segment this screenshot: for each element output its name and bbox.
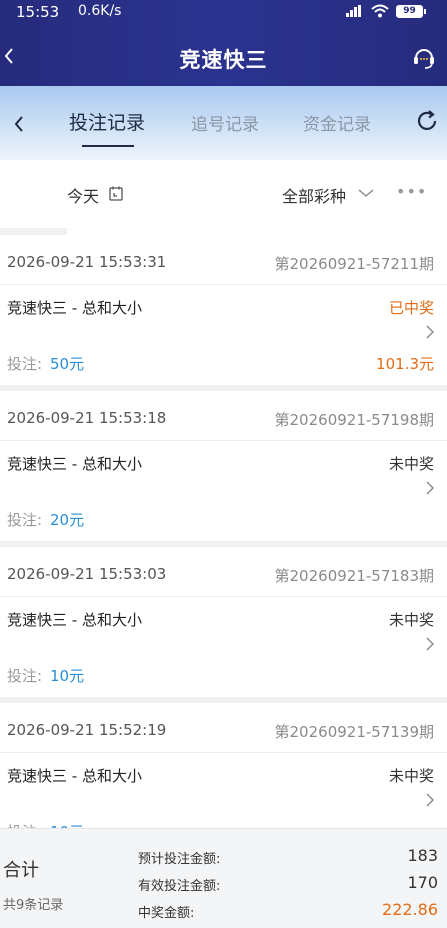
signal-icon (346, 5, 361, 17)
prize-total-label: 中奖金额: (138, 906, 195, 921)
bet-label: 投注: (7, 511, 43, 529)
record-issue: 第20260921-57198期 (274, 411, 434, 429)
bet-amount: 20元 (50, 511, 85, 529)
chevron-right-icon[interactable] (425, 324, 435, 340)
record-issue: 第20260921-57139期 (274, 723, 434, 741)
status-bar: 15:53 0.6K/s 99 (0, 0, 447, 24)
record-card[interactable]: 2026-09-21 15:53:18 第20260921-57198期 竞速快… (0, 391, 447, 541)
bet-label: 投注: (7, 355, 43, 373)
summary-title: 合计 (3, 860, 39, 881)
valid-bet-label: 有效投注金额: (138, 879, 221, 894)
wifi-icon (371, 4, 389, 18)
tab-back-icon[interactable] (12, 114, 26, 134)
record-datetime: 2026-09-21 15:53:31 (7, 253, 167, 271)
app-root: 15:53 0.6K/s 99 竞速快三 投注记录 追号记录 资金记录 今天 全… (0, 0, 447, 928)
expected-bet-label: 预计投注金额: (138, 852, 221, 867)
bet-label: 投注: (7, 667, 43, 685)
status-time: 15:53 (16, 3, 60, 21)
calendar-icon[interactable] (109, 186, 123, 201)
record-issue: 第20260921-57211期 (274, 255, 434, 273)
chevron-right-icon[interactable] (425, 792, 435, 808)
chevron-right-icon[interactable] (425, 480, 435, 496)
record-datetime: 2026-09-21 15:52:19 (7, 721, 167, 739)
record-datetime: 2026-09-21 15:53:18 (7, 409, 167, 427)
chevron-down-icon[interactable] (357, 187, 375, 199)
record-card[interactable]: 2026-09-21 15:53:31 第20260921-57211期 竞速快… (0, 235, 447, 385)
battery-icon: 99 (396, 5, 426, 18)
tab-chase-records[interactable]: 追号记录 (191, 110, 259, 135)
bet-amount: 10元 (50, 667, 85, 685)
tab-bet-records[interactable]: 投注记录 (69, 108, 145, 135)
header-bar: 15:53 0.6K/s 99 竞速快三 (0, 0, 447, 86)
valid-bet-value: 170 (407, 873, 438, 892)
record-result: 未中奖 (388, 767, 434, 785)
record-game: 竞速快三 - 总和大小 (7, 455, 142, 473)
chevron-right-icon[interactable] (425, 636, 435, 652)
prize-total-value: 222.86 (382, 900, 438, 919)
expected-bet-value: 183 (407, 846, 438, 865)
network-speed: 0.6K/s (78, 3, 122, 19)
record-game: 竞速快三 - 总和大小 (7, 767, 142, 785)
bet-amount: 50元 (50, 355, 85, 373)
record-card[interactable]: 2026-09-21 15:53:03 第20260921-57183期 竞速快… (0, 547, 447, 697)
tab-fund-records[interactable]: 资金记录 (303, 110, 371, 135)
record-game: 竞速快三 - 总和大小 (7, 299, 142, 317)
lottery-filter[interactable]: 全部彩种 (282, 183, 346, 207)
record-result: 未中奖 (388, 611, 434, 629)
active-tab-indicator (82, 145, 134, 147)
summary-count: 共9条记录 (3, 898, 64, 913)
summary-panel: 合计 共9条记录 预计投注金额: 183 有效投注金额: 170 中奖金额: 2… (0, 828, 447, 928)
page-title: 竞速快三 (179, 48, 268, 72)
record-result: 已中奖 (388, 299, 434, 317)
refresh-icon[interactable] (415, 109, 439, 133)
record-game: 竞速快三 - 总和大小 (7, 611, 142, 629)
record-result: 未中奖 (388, 455, 434, 473)
record-datetime: 2026-09-21 15:53:03 (7, 565, 167, 583)
more-icon[interactable]: ••• (396, 182, 427, 201)
customer-service-icon[interactable] (411, 44, 437, 70)
prize-amount: 101.3元 (376, 355, 434, 373)
record-issue: 第20260921-57183期 (274, 567, 434, 585)
